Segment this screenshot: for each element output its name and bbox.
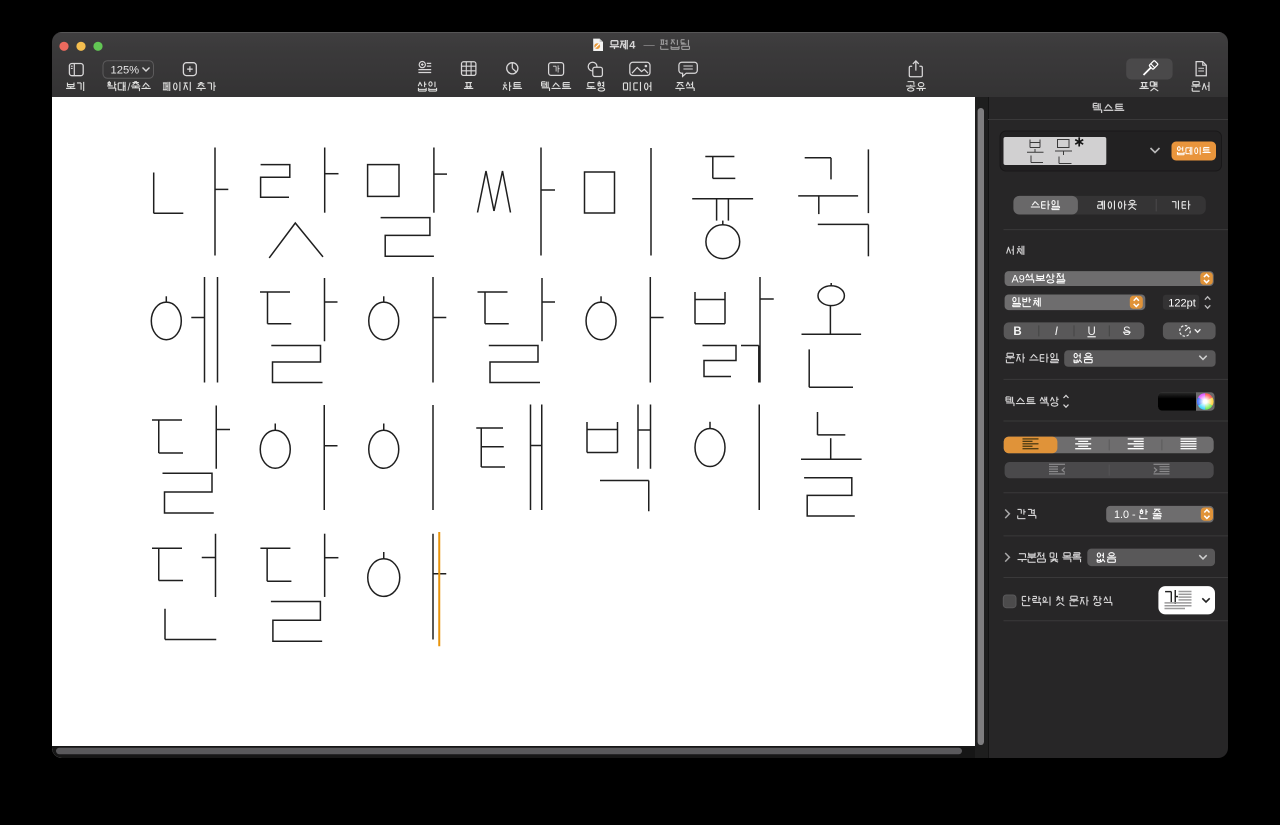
svg-text:—: — [644,39,656,51]
svg-text:4: 4 [629,40,636,52]
svg-text:A9: A9 [1012,273,1025,285]
svg-text:S: S [1123,326,1131,338]
svg-text:B: B [1013,326,1021,338]
svg-text:U: U [1087,326,1095,338]
svg-text:122pt: 122pt [1168,297,1196,309]
svg-text:125%: 125% [111,64,140,76]
svg-text:1.0 -: 1.0 - [1114,509,1136,521]
svg-text:/: / [128,81,131,93]
